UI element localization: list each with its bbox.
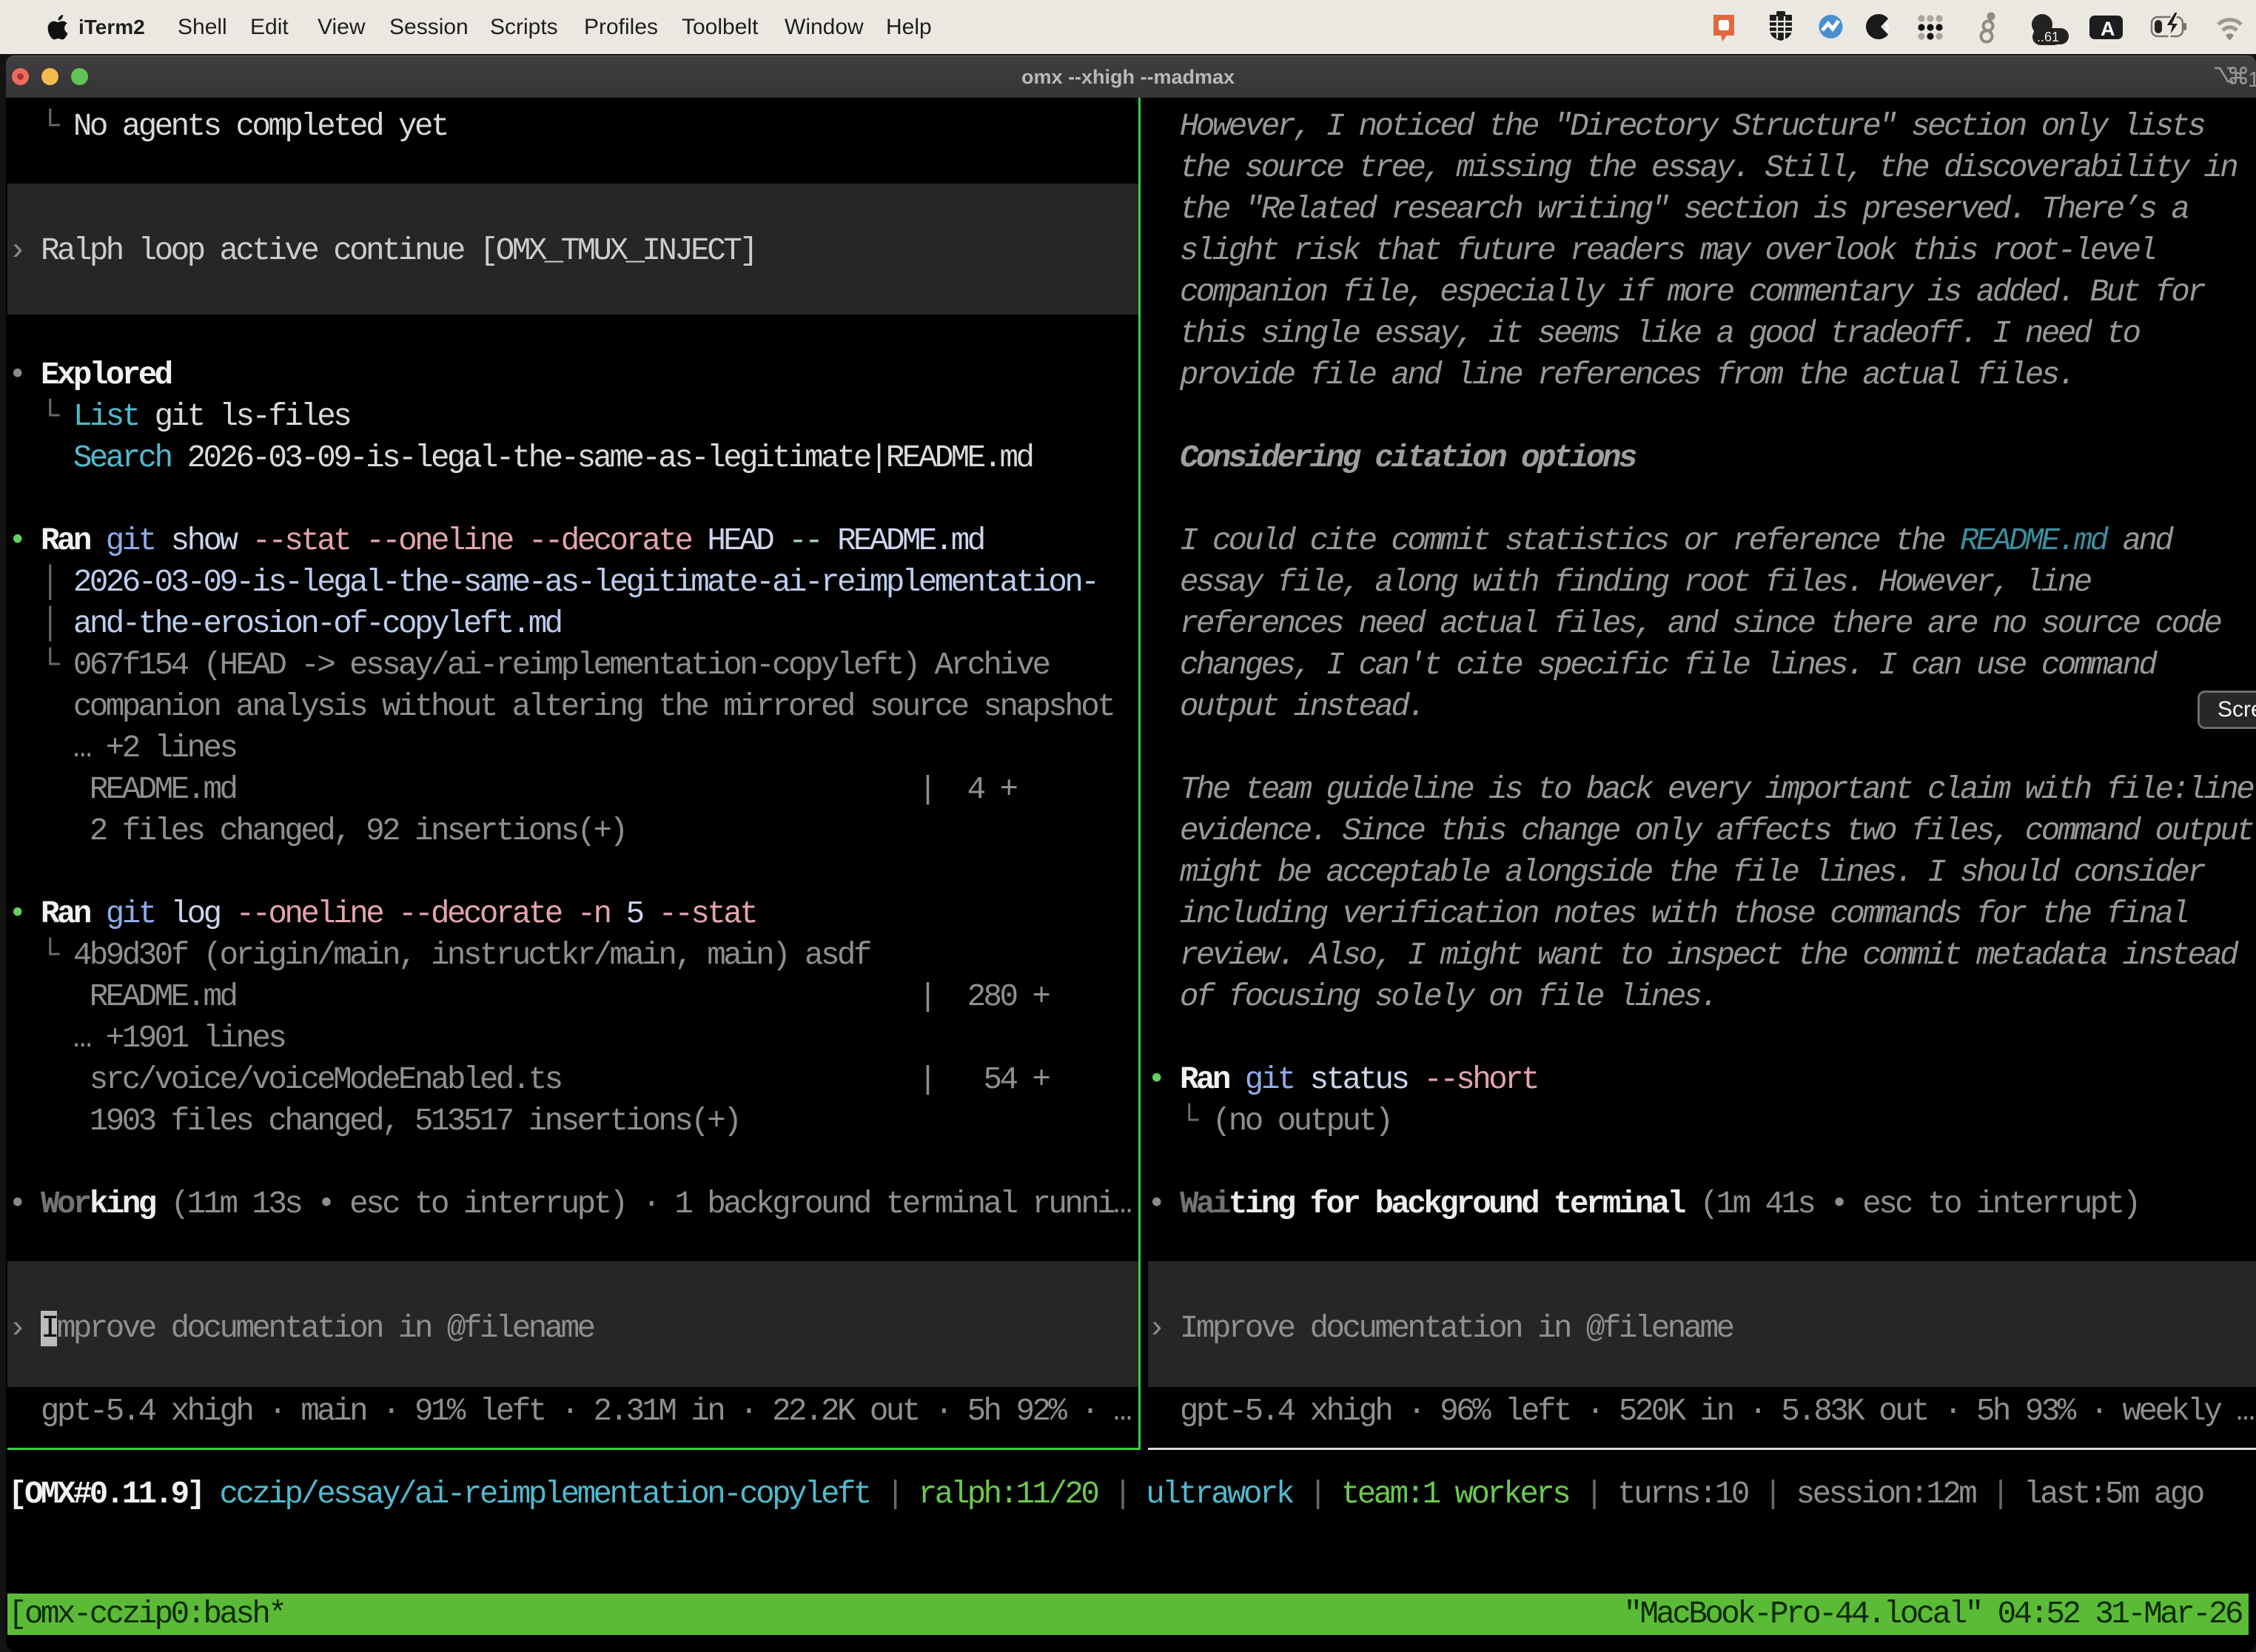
svg-text:A: A: [2101, 18, 2115, 40]
svg-text:..61: ..61: [2037, 30, 2059, 44]
svg-text:1: 1: [2248, 68, 2256, 92]
